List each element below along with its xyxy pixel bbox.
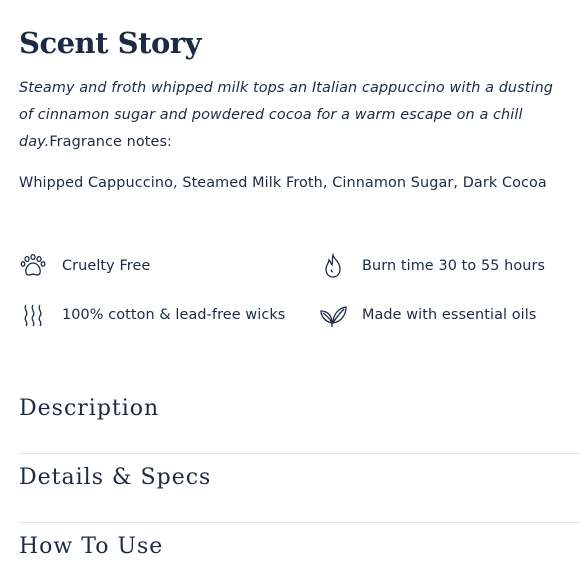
accordion-title: Details & Specs (19, 465, 212, 490)
scent-story-text: Steamy and froth whipped milk tops an It… (19, 75, 564, 156)
feature-essential-oils: Made with essential oils (319, 300, 536, 330)
feature-burn-time: Burn time 30 to 55 hours (319, 251, 545, 281)
flame-icon (319, 252, 347, 280)
wick-icon (19, 301, 47, 329)
feature-label: 100% cotton & lead-free wicks (62, 307, 286, 323)
accordion-title: How To Use (19, 534, 164, 559)
paw-icon (19, 252, 47, 280)
feature-wicks: 100% cotton & lead-free wicks (19, 300, 285, 330)
leaf-icon (319, 301, 347, 329)
accordion-how-to-use[interactable]: How To Use (19, 534, 580, 559)
feature-label: Made with essential oils (362, 307, 537, 323)
feature-cruelty-free: Cruelty Free (19, 251, 150, 281)
feature-label: Burn time 30 to 55 hours (362, 258, 546, 274)
scent-story-title: Scent Story (19, 26, 201, 60)
divider (19, 453, 580, 454)
divider (19, 522, 580, 523)
accordion-details-specs[interactable]: Details & Specs (19, 465, 580, 490)
fragrance-notes-label: Fragrance notes: (49, 134, 172, 150)
cut-off-text (19, 0, 279, 4)
feature-label: Cruelty Free (62, 258, 151, 274)
accordion-title: Description (19, 396, 160, 421)
fragrance-notes: Whipped Cappuccino, Steamed Milk Froth, … (19, 175, 547, 191)
accordion-description[interactable]: Description (19, 396, 580, 421)
